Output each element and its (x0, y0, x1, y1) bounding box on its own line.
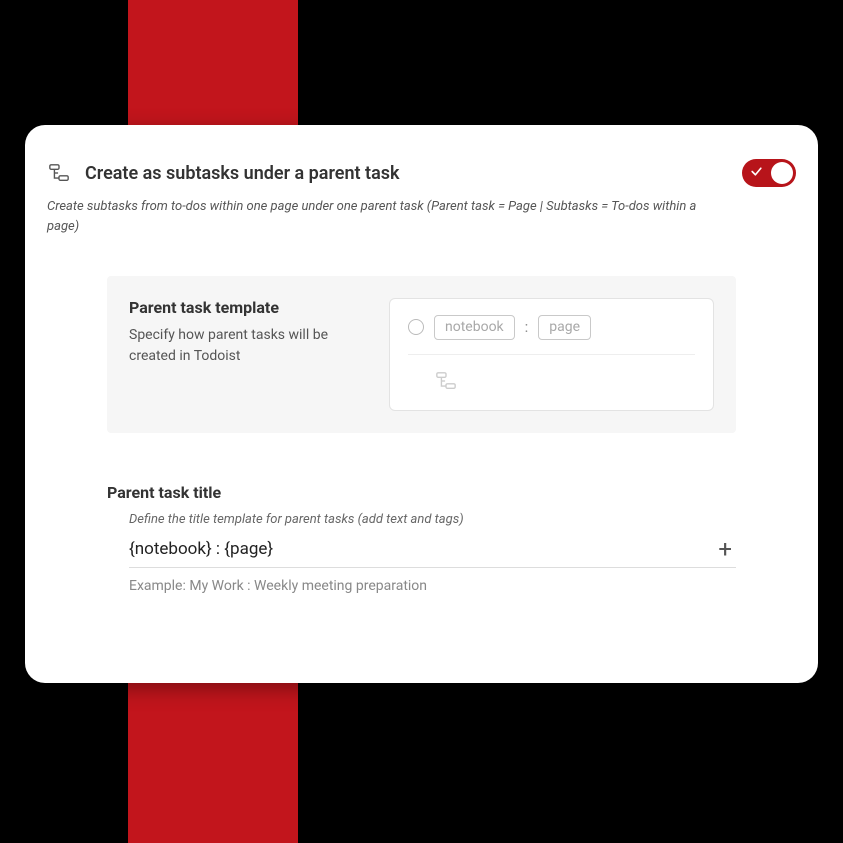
title-example: Example: My Work : Weekly meeting prepar… (129, 578, 736, 594)
preview-parent-row: notebook : page (408, 315, 695, 355)
title-heading: Parent task title (107, 483, 736, 502)
add-tag-button[interactable]: + (714, 537, 736, 561)
subtask-hierarchy-icon (434, 369, 458, 393)
subtask-hierarchy-icon (47, 161, 71, 185)
toggle-knob (771, 162, 793, 184)
template-info: Parent task template Specify how parent … (129, 298, 359, 367)
notebook-chip[interactable]: notebook (434, 315, 515, 340)
settings-card: Create as subtasks under a parent task C… (25, 125, 818, 683)
parent-task-title-section: Parent task title Define the title templ… (107, 483, 736, 594)
header-description: Create subtasks from to-dos within one p… (47, 197, 697, 236)
header-row: Create as subtasks under a parent task (47, 159, 796, 187)
title-template-input[interactable] (129, 539, 714, 559)
subtasks-toggle[interactable] (742, 159, 796, 187)
template-heading: Parent task template (129, 298, 359, 317)
template-preview: notebook : page (389, 298, 714, 411)
page-chip[interactable]: page (538, 315, 591, 340)
header-title: Create as subtasks under a parent task (85, 163, 728, 184)
check-icon (750, 165, 763, 181)
title-input-row: + (129, 537, 736, 568)
parent-task-template-card: Parent task template Specify how parent … (107, 276, 736, 433)
title-hint: Define the title template for parent tas… (129, 512, 736, 527)
template-subtext: Specify how parent tasks will be created… (129, 325, 359, 367)
preview-subtask-row (408, 355, 695, 396)
task-circle-icon (408, 319, 424, 335)
chip-separator: : (525, 318, 529, 336)
